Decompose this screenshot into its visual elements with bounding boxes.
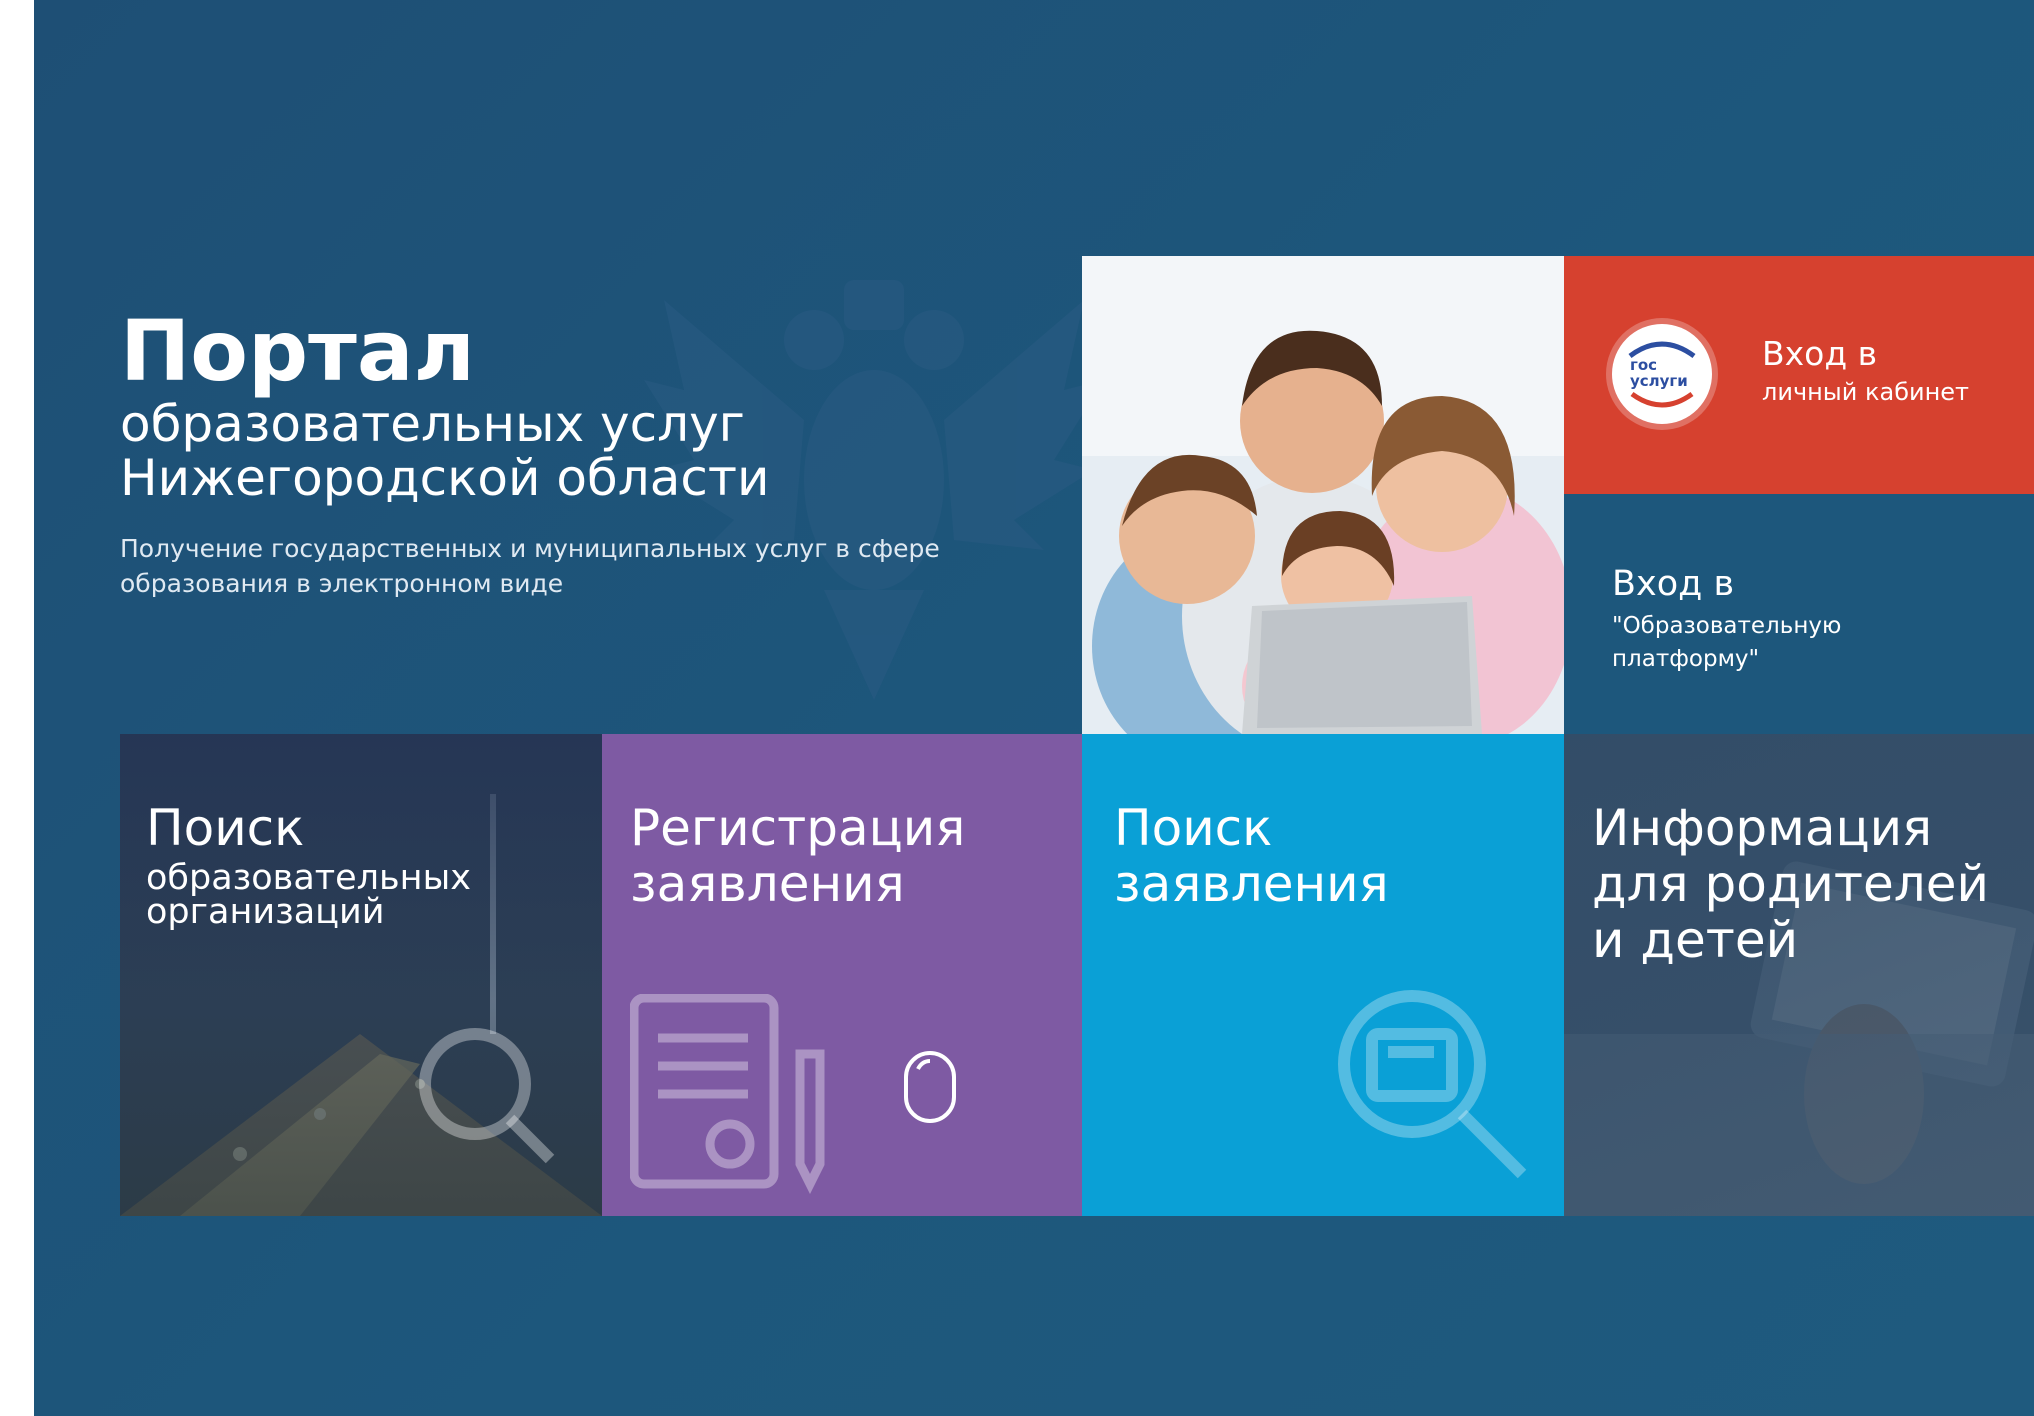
document-pen-icon — [630, 994, 825, 1194]
info-line1: Информация — [1592, 799, 1933, 857]
description-line1: Получение государственных и муниципальны… — [120, 534, 940, 563]
gosuslugi-login-title: Вход в — [1762, 334, 1878, 373]
page-title: Портал — [120, 302, 476, 400]
description-line2: образования в электронном виде — [120, 569, 564, 598]
page-subtitle-line1: образовательных услуг — [120, 395, 745, 453]
login-gosuslugi-button[interactable]: гос услуги Вход в личный кабинет — [1564, 256, 2034, 494]
search-org-magnifier-icon — [419, 1028, 555, 1164]
family-photo-illustration — [1082, 256, 1564, 734]
edu-platform-login-subtitle: "Образовательную платформу" — [1612, 613, 1842, 672]
register-line2: заявления — [630, 855, 905, 913]
info-line2: для родителей — [1592, 855, 1989, 913]
search-application-tile[interactable]: Поиск заявления — [1082, 734, 1564, 1216]
page-subtitle-line2: Нижегородской области — [120, 449, 770, 507]
search-application-magnifier-icon — [1338, 990, 1527, 1179]
search-org-line2: организаций — [146, 892, 385, 932]
search-app-line1: Поиск — [1114, 799, 1273, 857]
info-line3: и детей — [1592, 911, 1799, 969]
search-org-line1: образовательных — [146, 858, 471, 898]
search-app-line2: заявления — [1114, 855, 1389, 913]
page-background: Портал образовательных услуг Нижегородск… — [34, 0, 2034, 1416]
register-line1: Регистрация — [630, 799, 966, 857]
gosuslugi-login-subtitle: личный кабинет — [1762, 378, 1970, 406]
page-description: Получение государственных и муниципальны… — [120, 531, 940, 601]
login-edu-platform-button[interactable]: Вход в "Образовательную платформу" — [1564, 494, 2034, 734]
register-application-tile[interactable]: Регистрация заявления — [602, 734, 1082, 1216]
hero-block: Портал образовательных услуг Нижегородск… — [120, 305, 940, 601]
edu-platform-login-title: Вход в — [1612, 564, 1735, 604]
mouse-icon — [904, 1051, 956, 1123]
info-parents-children-tile[interactable]: Информация для родителей и детей — [1564, 734, 2034, 1216]
search-organizations-tile[interactable]: Поиск образовательных организаций — [120, 734, 602, 1216]
family-photo — [1082, 256, 1564, 734]
gosuslugi-logo-icon: гос услуги — [1612, 324, 1712, 424]
search-org-title: Поиск — [146, 799, 305, 857]
